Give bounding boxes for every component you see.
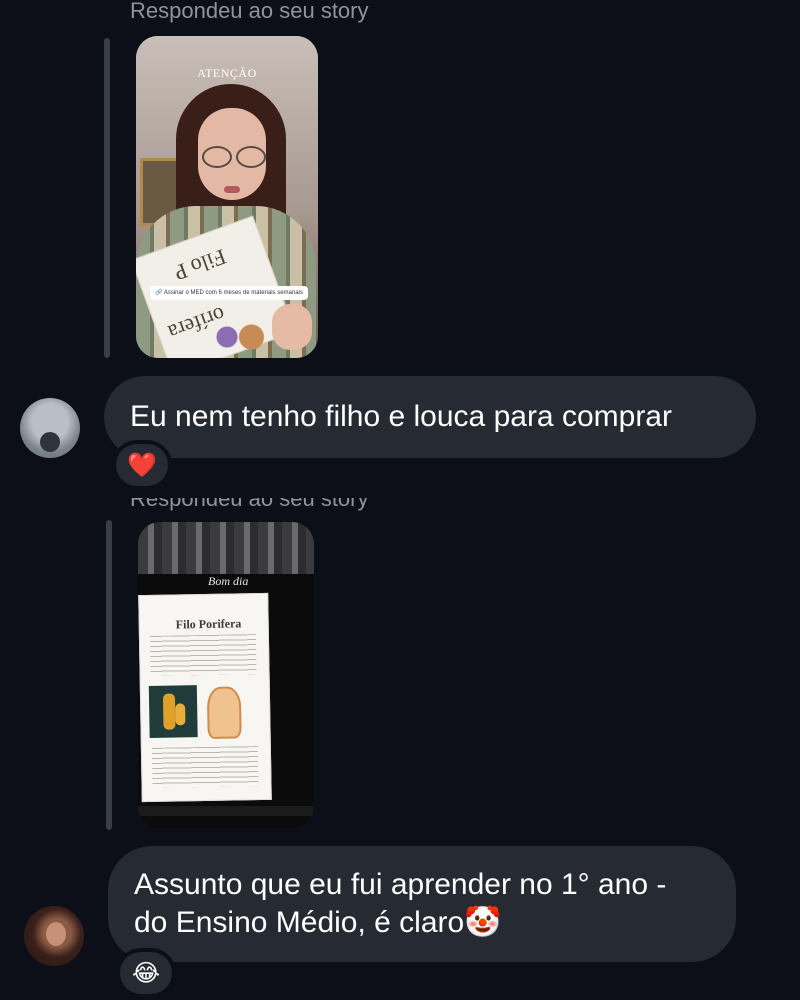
message-text-line-2: do Ensino Médio, é claro🤡	[134, 906, 502, 939]
reply-label: Respondeu ao seu story	[130, 0, 369, 23]
story-heading: Bom dia	[208, 574, 249, 588]
message-bubble[interactable]: Assunto que eu fui aprender no 1° ano - …	[108, 846, 736, 962]
story-heading: ATENÇÃO	[197, 66, 257, 80]
quote-bar	[104, 38, 110, 358]
heart-icon: ❤️	[127, 451, 157, 479]
story-thumbnail[interactable]: Filo P orífera ATENÇÃO 🔗 Assinar o MED c…	[136, 36, 318, 358]
quote-bar	[106, 520, 112, 830]
reaction-heart[interactable]: ❤️	[112, 440, 172, 490]
avatar[interactable]	[24, 906, 84, 966]
story-thumbnail[interactable]: Bom dia Filo Porifera	[138, 522, 314, 828]
message-bubble[interactable]: Eu nem tenho filho e louca para comprar	[104, 376, 756, 458]
reaction-laugh[interactable]: 😂	[116, 948, 176, 998]
link-icon: 🔗	[155, 290, 163, 296]
avatar[interactable]	[20, 398, 80, 458]
message-text: Eu nem tenho filho e louca para comprar	[130, 400, 672, 433]
worksheet: Filo Porifera	[138, 592, 272, 803]
reply-label: Respondeu ao seu story	[130, 486, 369, 511]
laughing-emoji-icon: 😂	[131, 959, 161, 987]
story-link-sticker[interactable]: 🔗 Assinar o MED com 6 meses de materiais…	[150, 286, 308, 300]
message-text-line-1: Assunto que eu fui aprender no 1° ano -	[134, 868, 667, 901]
